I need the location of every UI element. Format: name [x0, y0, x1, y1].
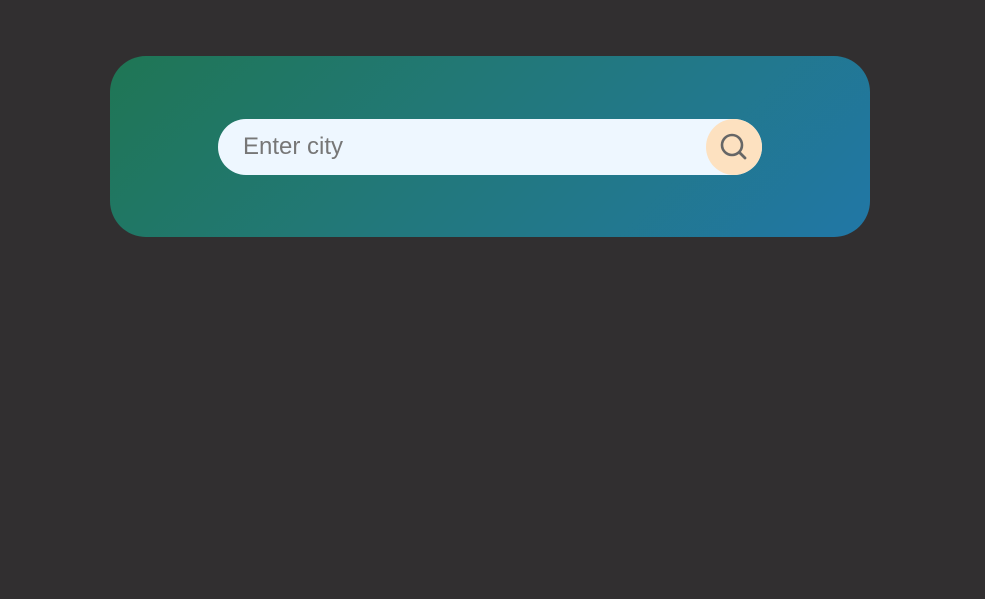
- search-icon: [719, 132, 749, 162]
- search-button[interactable]: [706, 119, 762, 175]
- search-bar: [218, 119, 762, 175]
- city-search-input[interactable]: [218, 119, 704, 175]
- search-card: [110, 56, 870, 237]
